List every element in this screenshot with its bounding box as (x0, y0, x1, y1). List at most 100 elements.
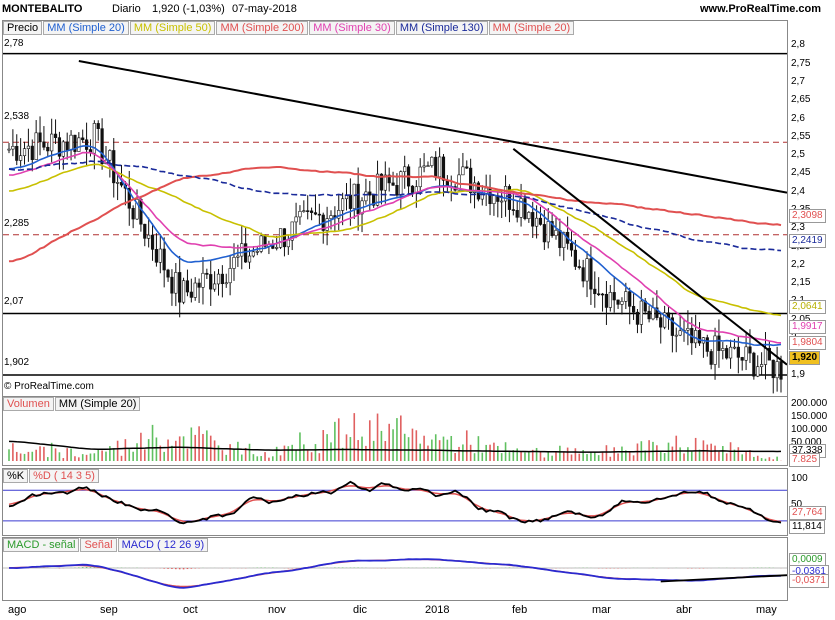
legend-mm20[interactable]: MM (Simple 20) (43, 21, 129, 35)
volume-bar (310, 452, 313, 461)
volume-bar (217, 445, 220, 461)
volume-bar (570, 454, 573, 461)
legend-signal[interactable]: Señal (80, 538, 117, 552)
stoch-legend: %K %D ( 14 3 5) (3, 469, 100, 483)
price-candle-body (686, 328, 690, 331)
price-candle-body (158, 248, 162, 263)
price-candle-body (647, 310, 651, 320)
price-candle-body (608, 292, 612, 308)
price-candle-body (469, 167, 473, 194)
price-candle-body (597, 293, 601, 296)
volume-bar (562, 452, 565, 461)
price-candle-body (364, 191, 368, 202)
volume-bar (407, 437, 410, 461)
period-label: Diario (112, 3, 141, 15)
price-tick: 2,75 (791, 57, 811, 69)
volume-bar (264, 452, 266, 461)
volume-bar (760, 458, 763, 461)
price-candle-body (275, 247, 279, 249)
volume-bar (206, 430, 208, 461)
volume-bar (574, 448, 577, 461)
macd-histogram-bar (178, 568, 181, 570)
volume-bar (718, 451, 720, 461)
price-badge: 2,3098 (789, 209, 826, 223)
volume-bar (81, 454, 84, 461)
volume-bar (427, 445, 429, 461)
volume-bar (392, 429, 394, 461)
volume-bar (23, 453, 26, 461)
volume-bar (306, 450, 309, 461)
price-tick: 2,5 (791, 149, 805, 161)
volume-bar (318, 453, 321, 461)
price-candle-body (659, 317, 663, 328)
price-candle-body (247, 255, 252, 263)
price-candle-body (752, 352, 756, 377)
price-candle-body (150, 234, 155, 250)
volume-bar (155, 437, 158, 461)
volume-bar (776, 456, 778, 461)
volume-bar (737, 447, 740, 461)
legend-mm200[interactable]: MM (Simple 200) (216, 21, 309, 35)
price-tick: 2,8 (791, 39, 805, 51)
macd-histogram-bar (171, 568, 173, 569)
price-candle-body (725, 348, 729, 359)
volume-bar (458, 446, 460, 461)
legend-k[interactable]: %K (3, 469, 29, 483)
volume-bar (8, 449, 10, 461)
volume-bar (764, 458, 767, 461)
stoch-badge: 11,814 (789, 520, 825, 534)
volume-bar (271, 456, 274, 461)
price-candle-body (154, 249, 159, 263)
price-candle-body (65, 141, 69, 151)
legend-vol-mm[interactable]: MM (Simple 20) (54, 397, 141, 411)
volume-bar (586, 454, 588, 461)
price-candle-body (220, 273, 224, 284)
volume-bar (725, 453, 728, 461)
volume-bar (85, 454, 88, 461)
price-candle-body (593, 288, 597, 295)
site-label[interactable]: www.ProRealTime.com (700, 3, 821, 15)
volume-bar (178, 436, 181, 461)
price-candle-body (771, 359, 775, 379)
volume-bar (357, 440, 359, 461)
legend-macd[interactable]: MACD ( 12 26 9) (117, 538, 209, 552)
legend-d[interactable]: %D ( 14 3 5) (29, 469, 99, 483)
volume-bar (198, 426, 200, 461)
legend-mm20b[interactable]: MM (Simple 20) (488, 21, 575, 35)
volume-bar (128, 449, 131, 461)
price-candle-body (201, 272, 205, 288)
price-candle-body (348, 194, 352, 209)
volume-bar (683, 453, 685, 461)
legend-mm30[interactable]: MM (Simple 30) (309, 21, 395, 35)
volume-bar (768, 457, 771, 461)
price-candle-body (569, 243, 574, 251)
trend-line-short (512, 148, 787, 366)
price-candle-body (620, 301, 624, 305)
volume-bar (260, 456, 262, 461)
volume-bar (93, 453, 96, 461)
volume-bar (151, 424, 154, 461)
volume-bar (605, 445, 608, 461)
volume-bar (477, 436, 480, 461)
price-badge: 1,9917 (789, 320, 826, 334)
price-candle-body (147, 234, 151, 239)
price-candle-body (403, 166, 407, 172)
volume-bar (35, 449, 37, 461)
volume-bar (473, 453, 476, 461)
price-candle-body (116, 182, 120, 184)
price-candle-body (205, 272, 209, 275)
price-candle-body (375, 173, 380, 206)
legend-volumen[interactable]: Volumen (3, 397, 54, 411)
price-candle-body (558, 229, 562, 248)
legend-mm130[interactable]: MM (Simple 130) (395, 21, 488, 35)
legend-macd-signal[interactable]: MACD - señal (3, 538, 80, 552)
price-candle-body (216, 273, 221, 285)
volume-bar (70, 448, 72, 461)
volume-bar (74, 456, 76, 461)
legend-mm50[interactable]: MM (Simple 50) (129, 21, 216, 35)
volume-bar (171, 445, 173, 461)
price-candle-body (69, 134, 73, 151)
legend-precio[interactable]: Precio (3, 21, 43, 35)
volume-bar (213, 440, 216, 461)
copyright-label: © ProRealTime.com (4, 381, 94, 392)
